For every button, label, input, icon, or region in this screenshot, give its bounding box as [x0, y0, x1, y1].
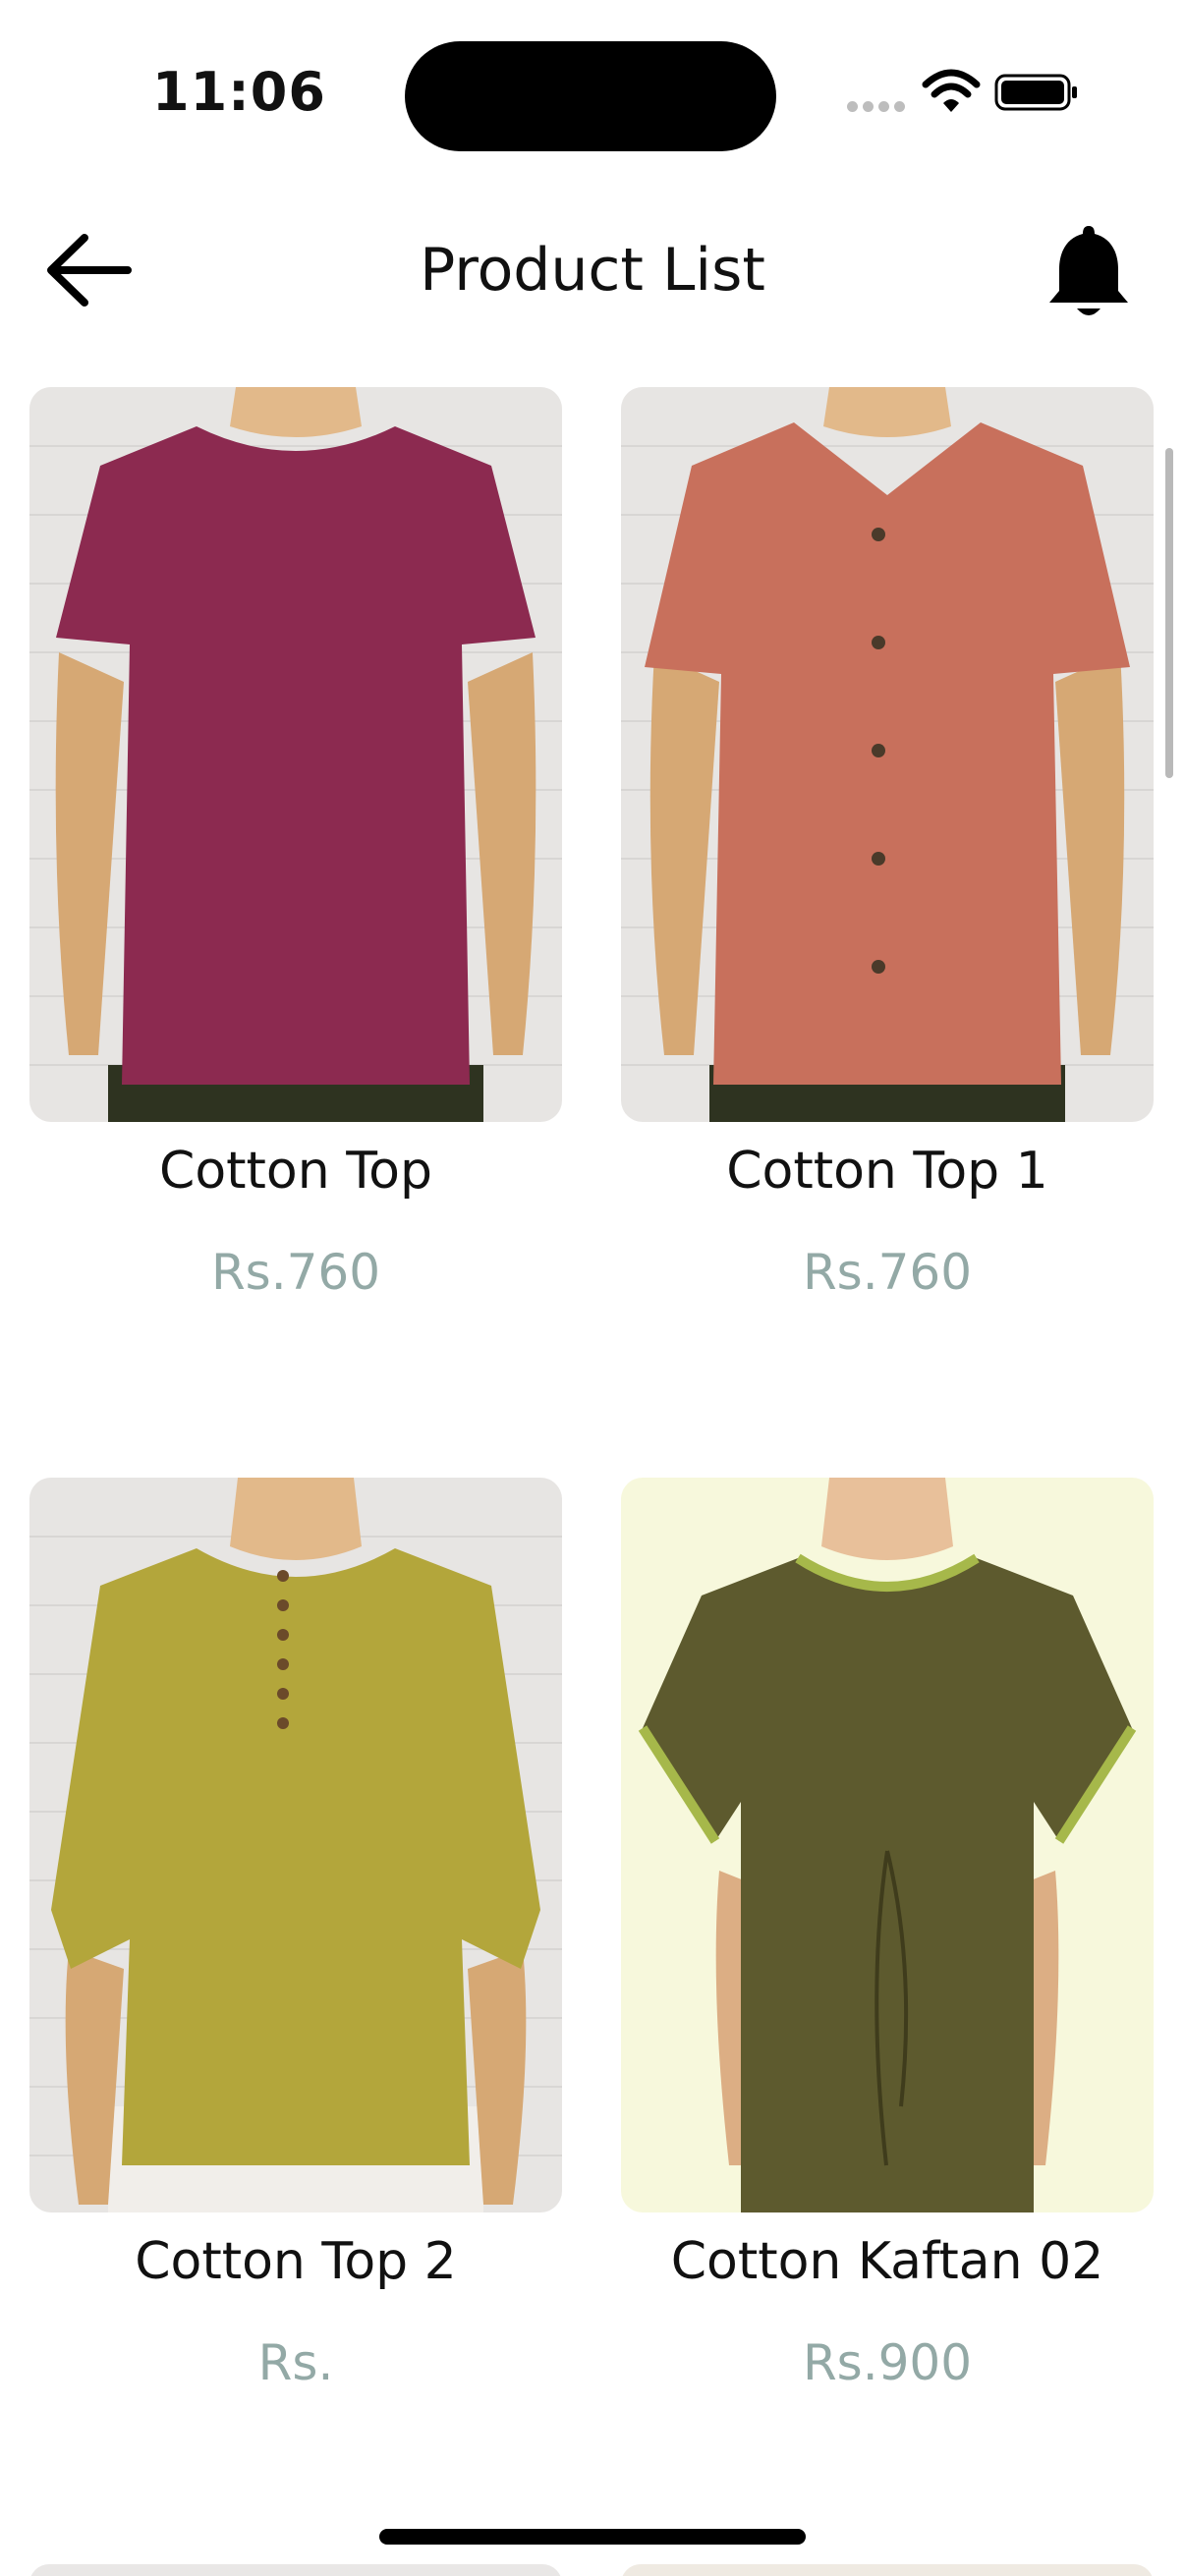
dynamic-island — [405, 41, 776, 151]
product-card-peek[interactable] — [621, 2564, 1154, 2576]
product-price: Rs.900 — [802, 2334, 973, 2391]
product-image — [621, 387, 1154, 1122]
product-name: Cotton Top 2 — [135, 2232, 457, 2291]
product-price: Rs.760 — [802, 1244, 973, 1301]
battery-icon — [994, 74, 1077, 111]
wifi-icon — [922, 69, 981, 112]
nav-bar: Product List — [0, 196, 1185, 344]
page-title: Product List — [420, 236, 765, 305]
cellular-signal-icon — [847, 101, 906, 113]
status-bar: 11:06 — [0, 0, 1185, 187]
product-image — [621, 1478, 1154, 2212]
product-image — [29, 1478, 562, 2212]
product-name: Cotton Kaftan 02 — [670, 2232, 1104, 2291]
product-list-screen: 11:06 Product List Cotton Top Rs.760 Cot… — [0, 0, 1185, 2576]
product-card[interactable]: Cotton Top 2 Rs. — [29, 1478, 562, 2519]
product-price: Rs. — [257, 2334, 334, 2391]
bell-icon — [1049, 226, 1128, 315]
product-price: Rs.760 — [210, 1244, 381, 1301]
product-name: Cotton Top — [159, 1142, 432, 1201]
scrollbar[interactable] — [1165, 448, 1173, 778]
status-time: 11:06 — [152, 61, 326, 123]
notification-button[interactable] — [1042, 220, 1136, 324]
product-card[interactable]: Cotton Top Rs.760 — [29, 387, 562, 1428]
home-indicator[interactable] — [379, 2529, 806, 2545]
product-image — [29, 387, 562, 1122]
product-card[interactable]: Cotton Top 1 Rs.760 — [621, 387, 1154, 1428]
product-name: Cotton Top 1 — [726, 1142, 1048, 1201]
product-card-peek[interactable] — [29, 2564, 562, 2576]
product-card[interactable]: Cotton Kaftan 02 Rs.900 — [621, 1478, 1154, 2519]
